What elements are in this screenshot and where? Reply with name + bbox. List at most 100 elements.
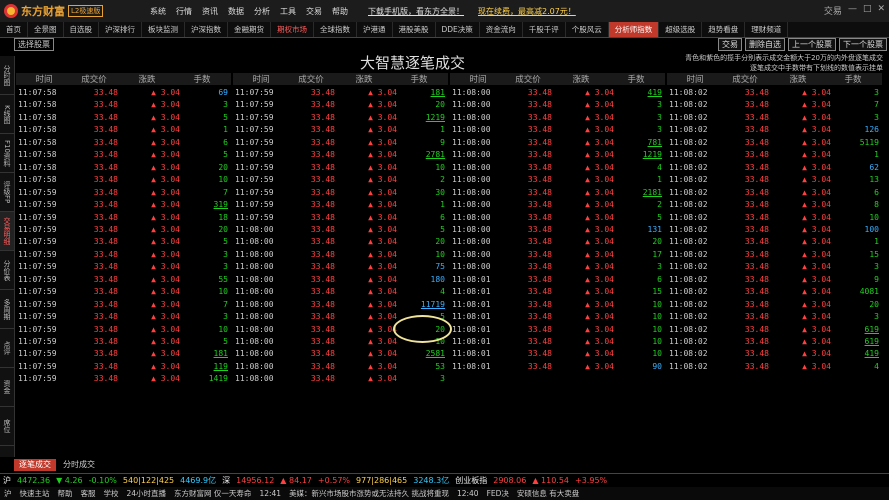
table-row[interactable]: 11:07:59 33.48 ▲ 3.04 181 xyxy=(233,87,449,99)
menu-system[interactable]: 系统 xyxy=(150,6,166,17)
table-row[interactable]: 11:07:59 33.48 ▲ 3.04 7 xyxy=(16,299,232,311)
menu-data[interactable]: 数据 xyxy=(228,6,244,17)
table-row[interactable]: 11:08:00 33.48 ▲ 3.04 4 xyxy=(233,286,449,298)
table-row[interactable]: 11:07:59 33.48 ▲ 3.04 3 xyxy=(16,311,232,323)
nav-home[interactable]: 首页 xyxy=(0,22,28,37)
table-row[interactable]: 11:07:58 33.48 ▲ 3.04 5 xyxy=(16,112,232,124)
prev-stock-button[interactable]: 上一个股票 xyxy=(788,38,836,51)
table-row[interactable]: 11:07:59 33.48 ▲ 3.04 181 xyxy=(16,348,232,360)
table-row[interactable]: 11:07:58 33.48 ▲ 3.04 3 xyxy=(16,99,232,111)
table-row[interactable]: 11:08:02 33.48 ▲ 3.04 9 xyxy=(667,274,883,286)
live-button[interactable]: 24小时直播 xyxy=(123,488,171,499)
table-row[interactable]: 11:08:00 33.48 ▲ 3.04 11719 xyxy=(233,299,449,311)
table-row[interactable]: 11:08:02 33.48 ▲ 3.04 3 xyxy=(667,311,883,323)
table-row[interactable]: 11:07:59 33.48 ▲ 3.04 1 xyxy=(233,124,449,136)
table-row[interactable]: 11:07:59 33.48 ▲ 3.04 1219 xyxy=(233,112,449,124)
table-row[interactable]: 11:08:00 33.48 ▲ 3.04 75 xyxy=(233,261,449,273)
menu-news[interactable]: 资讯 xyxy=(202,6,218,17)
table-row[interactable]: 11:07:59 33.48 ▲ 3.04 6 xyxy=(233,212,449,224)
table-row[interactable]: 11:07:59 33.48 ▲ 3.04 5 xyxy=(16,336,232,348)
side-tab-seats[interactable]: 席位 xyxy=(0,407,14,446)
side-tab-price-table[interactable]: 分价表 xyxy=(0,251,14,290)
table-row[interactable]: 11:07:58 33.48 ▲ 3.04 1 xyxy=(16,124,232,136)
table-row[interactable]: 11:07:58 33.48 ▲ 3.04 20 xyxy=(16,162,232,174)
table-row[interactable]: 11:07:59 33.48 ▲ 3.04 55 xyxy=(16,274,232,286)
table-row[interactable]: 11:08:02 33.48 ▲ 3.04 10 xyxy=(667,212,883,224)
table-row[interactable]: 11:08:02 33.48 ▲ 3.04 3 xyxy=(667,261,883,273)
table-row[interactable]: 11:08:02 33.48 ▲ 3.04 15 xyxy=(667,249,883,261)
maximize-icon[interactable]: □ xyxy=(863,4,872,17)
table-row[interactable]: 11:08:01 33.48 ▲ 3.04 15 xyxy=(450,286,666,298)
nav-watchlist[interactable]: 自选股 xyxy=(64,22,99,37)
table-row[interactable]: 11:08:00 33.48 ▲ 3.04 20 xyxy=(233,236,449,248)
remove-watchlist-button[interactable]: 删除自选 xyxy=(745,38,785,51)
table-row[interactable]: 11:07:59 33.48 ▲ 3.04 9 xyxy=(233,137,449,149)
nav-dde[interactable]: DDE决策 xyxy=(436,22,480,37)
table-row[interactable]: 11:07:59 33.48 ▲ 3.04 30 xyxy=(233,187,449,199)
promo-mobile-link[interactable]: 下载手机版，看东方全景！ xyxy=(368,6,464,17)
promo-renew-link[interactable]: 现在续费，最高减2.07元！ xyxy=(478,6,576,17)
table-row[interactable]: 11:08:00 33.48 ▲ 3.04 1 xyxy=(450,174,666,186)
table-row[interactable]: 11:08:01 33.48 ▲ 3.04 10 xyxy=(450,348,666,360)
select-stock-button[interactable]: 选择股票 xyxy=(14,38,54,51)
table-row[interactable]: 11:08:02 33.48 ▲ 3.04 3 xyxy=(667,112,883,124)
table-row[interactable]: 11:08:00 33.48 ▲ 3.04 180 xyxy=(233,274,449,286)
table-row[interactable]: 11:07:59 33.48 ▲ 3.04 7 xyxy=(16,187,232,199)
nav-panorama[interactable]: 全景图 xyxy=(28,22,64,37)
table-row[interactable]: 11:08:00 33.48 ▲ 3.04 3 xyxy=(450,261,666,273)
table-row[interactable]: 11:08:00 33.48 ▲ 3.04 2 xyxy=(450,199,666,211)
table-row[interactable]: 11:08:02 33.48 ▲ 3.04 419 xyxy=(667,348,883,360)
table-row[interactable]: 11:08:00 33.48 ▲ 3.04 53 xyxy=(233,361,449,373)
nav-futures[interactable]: 金融期货 xyxy=(228,22,271,37)
nav-ranking[interactable]: 沪深排行 xyxy=(99,22,142,37)
table-row[interactable]: 11:08:02 33.48 ▲ 3.04 5119 xyxy=(667,137,883,149)
table-row[interactable]: 11:08:02 33.48 ▲ 3.04 4 xyxy=(667,361,883,373)
table-row[interactable]: 11:07:59 33.48 ▲ 3.04 2 xyxy=(233,174,449,186)
side-tab-kline[interactable]: K线图 xyxy=(0,95,14,134)
table-row[interactable]: 11:07:58 33.48 ▲ 3.04 5 xyxy=(16,149,232,161)
table-row[interactable]: 11:08:02 33.48 ▲ 3.04 13 xyxy=(667,174,883,186)
nav-options[interactable]: 期权市场 xyxy=(271,22,314,37)
table-row[interactable]: 11:07:59 33.48 ▲ 3.04 10 xyxy=(16,286,232,298)
side-tab-rating[interactable]: 评级FP xyxy=(0,173,14,212)
table-row[interactable]: 11:08:02 33.48 ▲ 3.04 1 xyxy=(667,236,883,248)
table-row[interactable]: 11:07:59 33.48 ▲ 3.04 119 xyxy=(16,361,232,373)
trade-button[interactable]: 交易 xyxy=(824,4,842,17)
nav-index[interactable]: 沪深指数 xyxy=(185,22,228,37)
side-tab-comment[interactable]: 点评 xyxy=(0,329,14,368)
table-row[interactable]: 11:07:59 33.48 ▲ 3.04 5 xyxy=(16,236,232,248)
table-row[interactable]: 11:07:59 33.48 ▲ 3.04 1 xyxy=(233,199,449,211)
table-row[interactable]: 11:08:00 33.48 ▲ 3.04 5 xyxy=(450,212,666,224)
side-tab-capital[interactable]: 资金 xyxy=(0,368,14,407)
table-row[interactable]: 11:08:02 33.48 ▲ 3.04 20 xyxy=(667,299,883,311)
table-row[interactable]: 11:07:59 33.48 ▲ 3.04 3 xyxy=(16,249,232,261)
side-tab-trade-detail[interactable]: 交易明细 xyxy=(0,212,14,251)
table-row[interactable]: 11:07:59 33.48 ▲ 3.04 10 xyxy=(16,324,232,336)
table-row[interactable]: 11:08:02 33.48 ▲ 3.04 6 xyxy=(667,187,883,199)
table-row[interactable]: 11:07:59 33.48 ▲ 3.04 1419 xyxy=(16,373,232,385)
nav-hk-us[interactable]: 港股美股 xyxy=(393,22,436,37)
table-row[interactable]: 11:08:01 33.48 ▲ 3.04 6 xyxy=(450,274,666,286)
side-tab-multi-period[interactable]: 多周期 xyxy=(0,290,14,329)
nav-global[interactable]: 全球指数 xyxy=(314,22,357,37)
close-icon[interactable]: ✕ xyxy=(877,4,885,17)
table-row[interactable]: 11:08:00 33.48 ▲ 3.04 3 xyxy=(450,99,666,111)
menu-quotes[interactable]: 行情 xyxy=(176,6,192,17)
minimize-icon[interactable]: — xyxy=(848,4,857,17)
menu-analysis[interactable]: 分析 xyxy=(254,6,270,17)
side-tab-f10[interactable]: F10资料 xyxy=(0,134,14,173)
nav-sector[interactable]: 板块监测 xyxy=(142,22,185,37)
nav-capital-flow[interactable]: 资金流向 xyxy=(480,22,523,37)
nav-stock-events[interactable]: 个股风云 xyxy=(566,22,609,37)
table-row[interactable]: 11:07:59 33.48 ▲ 3.04 20 xyxy=(16,224,232,236)
table-row[interactable]: 11:08:00 33.48 ▲ 3.04 131 xyxy=(450,224,666,236)
table-row[interactable]: 11:08:02 33.48 ▲ 3.04 7 xyxy=(667,99,883,111)
table-row[interactable]: 11:08:02 33.48 ▲ 3.04 619 xyxy=(667,336,883,348)
table-row[interactable]: 11:08:00 33.48 ▲ 3.04 4 xyxy=(450,162,666,174)
table-row[interactable]: 11:08:01 33.48 ▲ 3.04 10 xyxy=(450,324,666,336)
menu-tools[interactable]: 工具 xyxy=(280,6,296,17)
table-row[interactable]: 11:07:59 33.48 ▲ 3.04 319 xyxy=(16,199,232,211)
nav-stock-review[interactable]: 千股千评 xyxy=(523,22,566,37)
trade-action-button[interactable]: 交易 xyxy=(718,38,742,51)
table-row[interactable]: 11:08:01 33.48 ▲ 3.04 10 xyxy=(450,311,666,323)
